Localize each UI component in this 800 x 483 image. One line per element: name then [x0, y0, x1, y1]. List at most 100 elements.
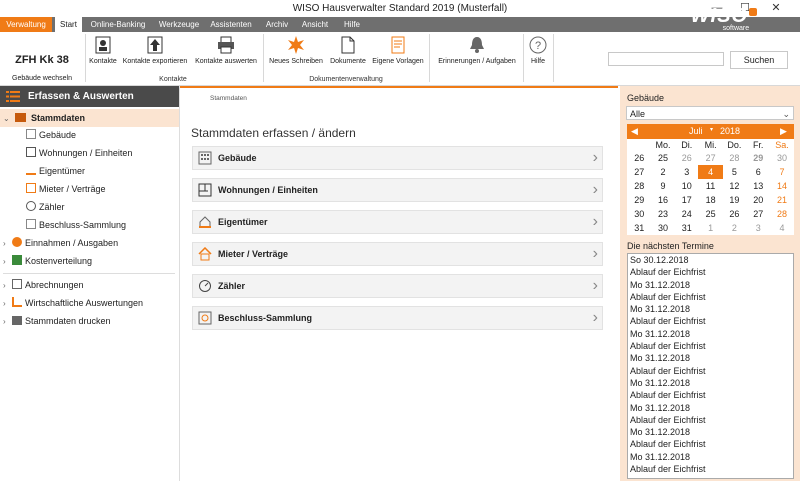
sidebar-item-einnahmen[interactable]: › Einnahmen / Ausgaben — [3, 234, 118, 252]
new-letter-button[interactable]: Neues Schreiben — [268, 36, 324, 65]
calendar-day[interactable]: 13 — [746, 179, 770, 193]
tab-verwaltung[interactable]: Verwaltung — [0, 17, 52, 32]
calendar-day[interactable]: 25 — [651, 151, 675, 165]
appointment-date[interactable]: Mo 31.12.2018 — [628, 402, 793, 414]
calendar-day[interactable]: 19 — [722, 193, 746, 207]
appointment-date[interactable]: Mo 31.12.2018 — [628, 352, 793, 364]
nav-row-eigentuemer[interactable]: Eigentümer › — [192, 210, 603, 234]
calendar-day[interactable]: 21 — [770, 193, 794, 207]
reminders-button[interactable]: Erinnerungen / Aufgaben — [434, 36, 520, 65]
appointment-date[interactable]: Mo 31.12.2018 — [628, 328, 793, 340]
calendar-day[interactable]: 16 — [651, 193, 675, 207]
calendar-day[interactable]: 10 — [675, 179, 699, 193]
appointment-title[interactable]: Ablauf der Eichfrist — [628, 389, 793, 401]
calendar-day[interactable]: 23 — [651, 207, 675, 221]
calendar-day[interactable]: 1 — [698, 221, 722, 235]
calendar-day[interactable]: 30 — [651, 221, 675, 235]
building-title[interactable]: ZFH Kk 38 — [0, 54, 84, 66]
appointment-title[interactable]: Ablauf der Eichfrist — [628, 365, 793, 377]
tab-ansicht[interactable]: Ansicht — [300, 17, 330, 32]
sidebar-item-drucken[interactable]: › Stammdaten drucken — [3, 312, 111, 330]
nav-row-beschluss[interactable]: Beschluss-Sammlung › — [192, 306, 603, 330]
nav-row-wohnungen[interactable]: Wohnungen / Einheiten › — [192, 178, 603, 202]
tab-start[interactable]: Start — [55, 17, 82, 32]
appointment-date[interactable]: Mo 31.12.2018 — [628, 377, 793, 389]
appointment-date[interactable]: Mo 31.12.2018 — [628, 303, 793, 315]
calendar-day[interactable]: 26 — [675, 151, 699, 165]
calendar-day-selected[interactable]: 4 — [698, 165, 723, 179]
previous-month-icon[interactable]: ◀ — [631, 126, 638, 137]
sidebar-item-kostenverteilung[interactable]: › Kostenverteilung — [3, 252, 92, 270]
calendar-day[interactable]: 12 — [722, 179, 746, 193]
help-button[interactable]: ? Hilfe — [526, 36, 550, 65]
calendar-day[interactable]: 25 — [698, 207, 722, 221]
tab-online-banking[interactable]: Online-Banking — [88, 17, 148, 32]
calendar-day[interactable]: 28 — [722, 151, 746, 165]
search-input[interactable] — [608, 52, 724, 66]
tab-archiv[interactable]: Archiv — [263, 17, 291, 32]
appointment-title[interactable]: Ablauf der Eichfrist — [628, 266, 793, 278]
sidebar-item-eigentuemer[interactable]: Eigentümer — [26, 162, 85, 180]
appointment-date[interactable]: Mo 31.12.2018 — [628, 279, 793, 291]
sidebar-item-mieter[interactable]: Mieter / Verträge — [26, 180, 106, 198]
calendar-day[interactable]: 3 — [675, 165, 699, 179]
calendar-day[interactable]: 2 — [651, 165, 675, 179]
search-button[interactable]: Suchen — [730, 51, 788, 69]
calendar-day[interactable]: 28 — [770, 207, 794, 221]
tab-assistenten[interactable]: Assistenten — [208, 17, 254, 32]
calendar-day[interactable]: 3 — [746, 221, 770, 235]
calendar-day[interactable]: 27 — [698, 151, 722, 165]
calendar-day[interactable]: 27 — [746, 207, 770, 221]
nav-row-mieter[interactable]: Mieter / Verträge › — [192, 242, 603, 266]
calendar-day[interactable]: 31 — [675, 221, 699, 235]
calendar-month[interactable]: Juli — [689, 126, 703, 136]
calendar-day[interactable]: 26 — [722, 207, 746, 221]
calendar-day[interactable]: 17 — [675, 193, 699, 207]
appointment-date[interactable]: Mo 31.12.2018 — [628, 451, 793, 463]
building-filter-select[interactable]: Alle ⌄ — [626, 106, 794, 120]
sidebar-item-stammdaten[interactable]: ⌄ Stammdaten — [0, 109, 179, 127]
building-switch-label[interactable]: Gebäude wechseln — [0, 75, 84, 82]
sidebar-item-wohnungen[interactable]: Wohnungen / Einheiten — [26, 144, 132, 162]
appointment-title[interactable]: Ablauf der Eichfrist — [628, 340, 793, 352]
sidebar-header[interactable]: Erfassen & Auswerten — [0, 86, 179, 107]
calendar-day[interactable]: 14 — [770, 179, 794, 193]
calendar-day[interactable]: 9 — [651, 179, 675, 193]
sidebar-item-zaehler[interactable]: Zähler — [26, 198, 65, 216]
contacts-report-button[interactable]: Kontakte auswerten — [193, 36, 259, 65]
tab-werkzeuge[interactable]: Werkzeuge — [155, 17, 203, 32]
calendar-day[interactable]: 2 — [722, 221, 746, 235]
contacts-export-button[interactable]: Kontakte exportieren — [122, 36, 188, 65]
calendar-day[interactable]: 24 — [675, 207, 699, 221]
close-button[interactable]: ✕ — [765, 0, 787, 17]
appointments-list[interactable]: So 30.12.2018 Ablauf der Eichfrist Mo 31.1… — [627, 253, 794, 479]
calendar-day[interactable]: 4 — [770, 221, 794, 235]
nav-row-zaehler[interactable]: Zähler › — [192, 274, 603, 298]
calendar-day[interactable]: 30 — [770, 151, 794, 165]
own-templates-button[interactable]: Eigene Vorlagen — [372, 36, 424, 65]
sidebar-item-auswertungen[interactable]: › Wirtschaftliche Auswertungen — [3, 294, 143, 312]
appointment-title[interactable]: Ablauf der Eichfrist — [628, 463, 793, 475]
contacts-button[interactable]: Kontakte — [88, 36, 118, 65]
appointment-date[interactable]: Mo 31.12.2018 — [628, 426, 793, 438]
nav-row-gebaeude[interactable]: Gebäude › — [192, 146, 603, 170]
appointment-title[interactable]: Ablauf der Eichfrist — [628, 414, 793, 426]
calendar-day[interactable]: 11 — [698, 179, 722, 193]
sidebar-item-beschluss[interactable]: Beschluss-Sammlung — [26, 216, 126, 234]
calendar-day[interactable]: 5 — [722, 165, 746, 179]
appointment-date[interactable]: So 30.12.2018 — [628, 254, 793, 266]
calendar-day[interactable]: 6 — [746, 165, 770, 179]
appointment-title[interactable]: Ablauf der Eichfrist — [628, 438, 793, 450]
calendar-day[interactable]: 29 — [746, 151, 770, 165]
documents-button[interactable]: Dokumente — [327, 36, 369, 65]
sidebar-item-abrechnungen[interactable]: › Abrechnungen — [3, 276, 84, 294]
appointment-title[interactable]: Ablauf der Eichfrist — [628, 291, 793, 303]
calendar-day[interactable]: 18 — [698, 193, 722, 207]
calendar-day[interactable]: 7 — [770, 165, 794, 179]
next-month-icon[interactable]: ▶ — [780, 126, 787, 137]
calendar-day[interactable]: 20 — [746, 193, 770, 207]
calendar-year[interactable]: 2018 — [720, 126, 740, 136]
appointment-title[interactable]: Ablauf der Eichfrist — [628, 315, 793, 327]
sidebar-item-gebaeude[interactable]: Gebäude — [26, 126, 76, 144]
tab-hilfe[interactable]: Hilfe — [340, 17, 364, 32]
